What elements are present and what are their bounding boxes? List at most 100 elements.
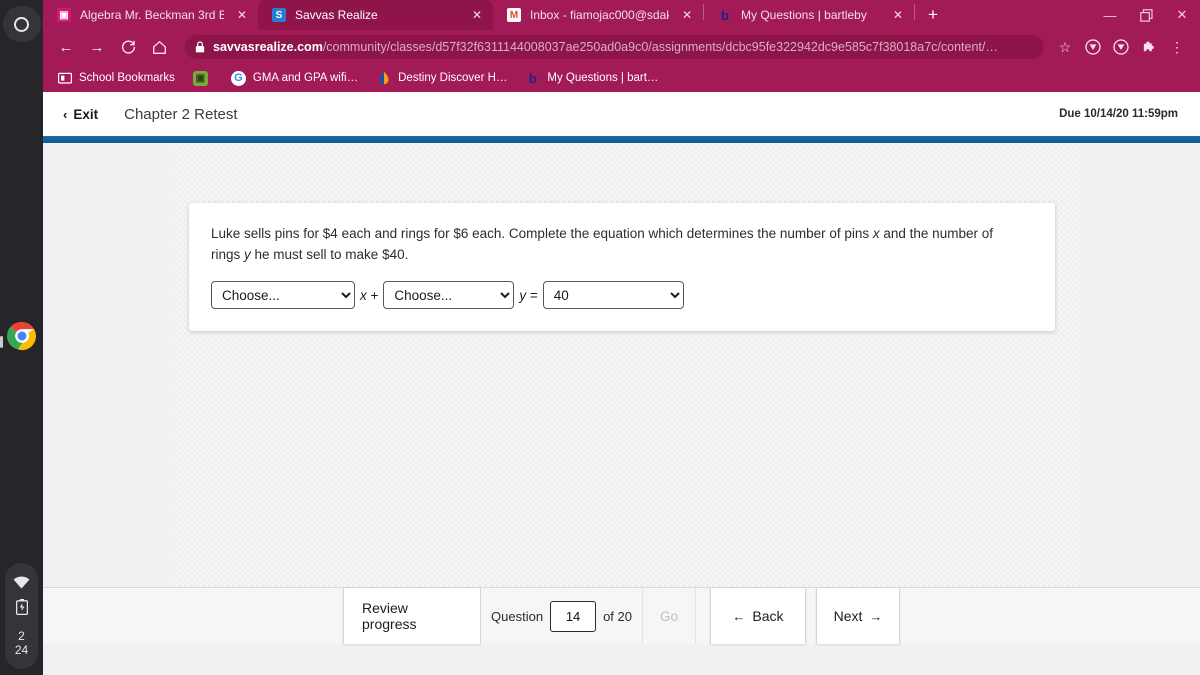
browser-toolbar: ← → savvasrealize.com/community/classes/… xyxy=(43,30,1200,64)
close-button[interactable]: ✕ xyxy=(1164,0,1200,30)
total-value-dropdown[interactable]: 40 xyxy=(542,281,684,309)
question-prompt: Luke sells pins for $4 each and rings fo… xyxy=(211,223,1023,265)
secure-lock-icon xyxy=(195,41,205,53)
exit-label: Exit xyxy=(73,106,99,122)
home-button[interactable] xyxy=(146,34,172,60)
bartleby-icon: b xyxy=(528,70,537,86)
bartleby-icon: b xyxy=(721,7,729,23)
chromeos-shelf: 2 24 xyxy=(0,0,43,675)
url-path: /community/classes/d57f32f6311144008037a… xyxy=(322,40,998,54)
bookmark-my-questions-bartleby[interactable]: b My Questions | bart… xyxy=(525,71,658,86)
google-icon: G xyxy=(230,70,246,86)
equation-operator-x: x + xyxy=(360,287,379,303)
green-app-icon: ▣ xyxy=(192,70,208,86)
chevron-left-icon: ‹ xyxy=(63,106,68,122)
bookmark-label: Destiny Discover H… xyxy=(398,72,508,84)
next-label: Next xyxy=(833,608,863,624)
chrome-menu-icon[interactable]: ⋮ xyxy=(1164,34,1190,60)
bottom-navigation-bar: Review progress Question of 20 Go ← Back… xyxy=(43,587,1200,644)
question-label: Question xyxy=(491,608,544,624)
bookmark-gma-gpa-wifi[interactable]: G GMA and GPA wifi… xyxy=(230,70,359,86)
clock-hour: 2 xyxy=(18,629,25,643)
bookmark-label: GMA and GPA wifi… xyxy=(252,72,359,84)
savvas-icon: S xyxy=(272,8,286,22)
folder-icon xyxy=(57,71,72,86)
address-bar[interactable]: savvasrealize.com/community/classes/d57f… xyxy=(185,35,1044,59)
question-total-label: of 20 xyxy=(603,608,632,624)
window-controls: — ✕ xyxy=(1092,0,1200,30)
url-domain: savvasrealize.com xyxy=(213,40,323,54)
go-button[interactable]: Go xyxy=(641,588,696,644)
destiny-icon xyxy=(376,71,391,86)
bottom-nav-controls: Review progress Question of 20 Go ← Back… xyxy=(343,588,900,644)
extensions-puzzle-icon[interactable] xyxy=(1136,34,1162,60)
extension-shield-2-icon[interactable] xyxy=(1108,34,1134,60)
bookmark-label: My Questions | bart… xyxy=(547,72,659,84)
back-button[interactable]: ← xyxy=(53,34,79,60)
shelf-active-indicator xyxy=(0,336,3,348)
page-title: Chapter 2 Retest xyxy=(124,105,238,123)
tab-label: Savvas Realize xyxy=(295,8,378,22)
variable-y: y xyxy=(244,247,251,262)
question-work-area: Luke sells pins for $4 each and rings fo… xyxy=(43,143,1200,644)
review-progress-button[interactable]: Review progress xyxy=(343,588,482,644)
bookmark-destiny-discover[interactable]: Destiny Discover H… xyxy=(376,71,507,86)
page-content: ‹ Exit Chapter 2 Retest Due 10/14/20 11:… xyxy=(43,92,1200,675)
launcher-icon xyxy=(14,16,29,32)
question-number-input[interactable] xyxy=(550,600,597,632)
question-card: Luke sells pins for $4 each and rings fo… xyxy=(189,203,1055,331)
browser-tab-savvas-realize[interactable]: S Savvas Realize ✕ xyxy=(258,0,493,30)
gmail-icon: M xyxy=(507,8,521,22)
restore-button[interactable] xyxy=(1128,0,1164,30)
variable-x: x xyxy=(872,226,880,241)
tab-close-icon[interactable]: ✕ xyxy=(469,7,485,23)
prompt-text-3: he must sell to make $40. xyxy=(250,247,409,262)
reload-icon xyxy=(121,39,135,54)
tab-close-icon[interactable]: ✕ xyxy=(679,7,695,23)
clock-minute: 24 xyxy=(14,643,29,657)
home-icon xyxy=(152,40,166,54)
tab-separator xyxy=(914,3,915,20)
new-tab-button[interactable]: + xyxy=(919,1,947,29)
reload-button[interactable] xyxy=(115,34,141,60)
restore-icon xyxy=(1139,8,1153,22)
battery-icon xyxy=(13,598,31,615)
chrome-icon xyxy=(7,322,36,351)
coefficient-x-dropdown[interactable]: Choose... xyxy=(211,281,355,309)
assignment-header: ‹ Exit Chapter 2 Retest Due 10/14/20 11:… xyxy=(43,92,1200,136)
bookmark-label: School Bookmarks xyxy=(79,72,175,84)
coefficient-y-dropdown[interactable]: Choose... xyxy=(383,281,515,309)
question-jump-group: Question of 20 xyxy=(481,588,642,644)
wifi-icon xyxy=(13,575,31,590)
next-question-button[interactable]: Next → xyxy=(815,588,900,644)
progress-accent-bar xyxy=(43,136,1200,143)
tab-label: My Questions | bartleby xyxy=(741,8,867,22)
browser-tab-inbox[interactable]: M Inbox - fiamojac000@sdak12.net ✕ xyxy=(493,0,703,30)
back-question-button[interactable]: ← Back xyxy=(709,588,806,644)
launcher-button[interactable] xyxy=(2,6,41,42)
prompt-text-1: Luke sells pins for $4 each and rings fo… xyxy=(211,226,873,241)
person-icon: ▣ xyxy=(57,8,71,22)
due-date-label: Due 10/14/20 11:59pm xyxy=(1059,108,1178,120)
browser-window: ▣ Algebra Mr. Beckman 3rd Block ✕ S Savv… xyxy=(43,0,1200,675)
bookmark-green-app[interactable]: ▣ xyxy=(192,70,215,86)
bookmarks-bar: School Bookmarks ▣ G GMA and GPA wifi… D… xyxy=(43,64,1200,92)
address-bar-text: savvasrealize.com/community/classes/d57f… xyxy=(213,40,998,54)
browser-tab-bartleby[interactable]: b My Questions | bartleby ✕ xyxy=(704,0,914,30)
browser-tab-algebra[interactable]: ▣ Algebra Mr. Beckman 3rd Block ✕ xyxy=(43,0,258,30)
term-x: x xyxy=(360,287,367,303)
arrow-right-icon: → xyxy=(869,608,883,624)
bookmark-star-icon[interactable]: ☆ xyxy=(1052,34,1078,60)
shelf-app-chrome[interactable] xyxy=(6,320,38,352)
tab-close-icon[interactable]: ✕ xyxy=(890,7,906,23)
tab-close-icon[interactable]: ✕ xyxy=(234,7,250,23)
clock: 2 24 xyxy=(15,629,28,657)
bookmark-school-bookmarks[interactable]: School Bookmarks xyxy=(57,71,175,86)
minimize-button[interactable]: — xyxy=(1092,0,1128,30)
exit-button[interactable]: ‹ Exit xyxy=(63,107,98,122)
tab-strip: ▣ Algebra Mr. Beckman 3rd Block ✕ S Savv… xyxy=(43,0,1200,30)
equation-row: Choose... x + Choose... y = 40 xyxy=(211,281,1033,309)
shelf-status-tray[interactable]: 2 24 xyxy=(5,563,38,669)
extension-shield-icon[interactable] xyxy=(1080,34,1106,60)
forward-button[interactable]: → xyxy=(84,34,110,60)
